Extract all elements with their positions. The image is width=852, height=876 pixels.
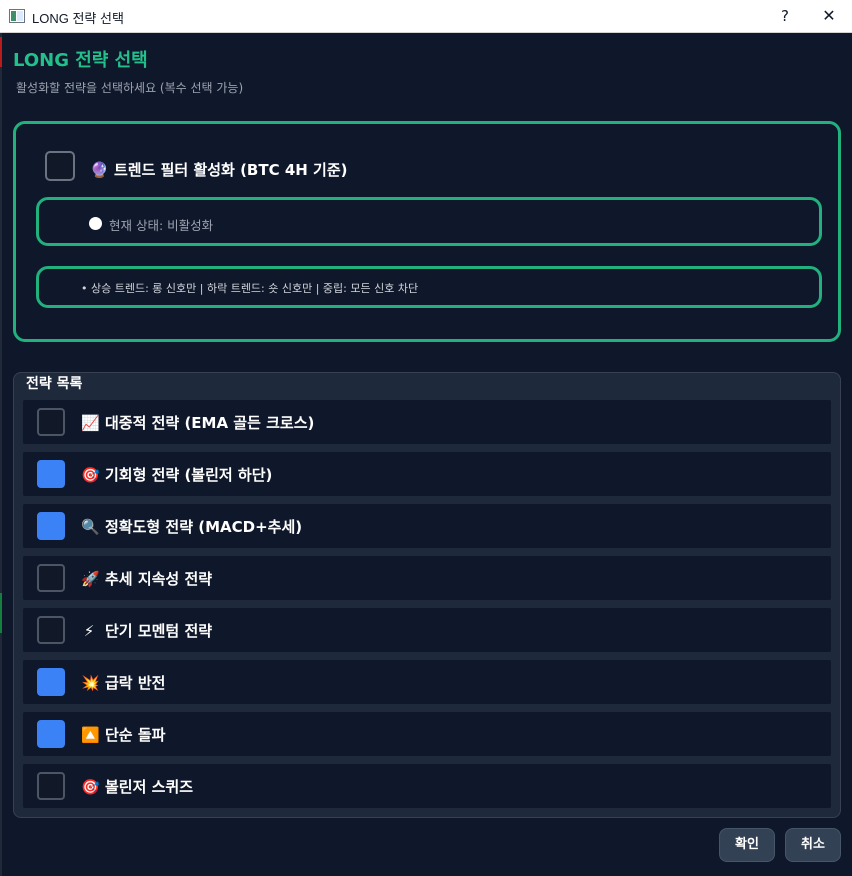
magnifier-icon: 🔍 xyxy=(81,518,100,536)
strategy-row-crash-reversal[interactable]: 💥 급락 반전 xyxy=(23,660,831,704)
strategy-label[interactable]: 🔍 정확도형 전략 (MACD+추세) xyxy=(81,516,302,537)
strategy-row-trend-persistence[interactable]: 🚀 추세 지속성 전략 xyxy=(23,556,831,600)
strategy-label-text: 볼린저 스퀴즈 xyxy=(105,778,194,796)
strategy-label-text: 단순 돌파 xyxy=(105,726,166,744)
strategy-checkbox[interactable] xyxy=(37,616,65,644)
chart-up-icon: 📈 xyxy=(81,414,100,432)
rocket-icon: 🚀 xyxy=(81,570,100,588)
strategy-label-text: 기회형 전략 (볼린저 하단) xyxy=(105,466,273,484)
edge-accent-red xyxy=(0,37,2,67)
strategy-label-text: 추세 지속성 전략 xyxy=(105,570,213,588)
up-triangle-icon: 🔼 xyxy=(81,726,100,744)
trend-status-text: 현재 상태: 비활성화 xyxy=(109,218,214,233)
trend-filter-label[interactable]: 🔮 트렌드 필터 활성화 (BTC 4H 기준) xyxy=(90,159,348,180)
strategy-row-simple-breakout[interactable]: 🔼 단순 돌파 xyxy=(23,712,831,756)
dialog-title: LONG 전략 선택 xyxy=(13,50,148,71)
strategy-checkbox[interactable] xyxy=(37,564,65,592)
close-icon[interactable]: ✕ xyxy=(812,4,846,28)
strategy-label[interactable]: 📈 대중적 전략 (EMA 골든 크로스) xyxy=(81,412,314,433)
strategy-label-text: 정확도형 전략 (MACD+추세) xyxy=(105,518,303,536)
trend-filter-label-text: 트렌드 필터 활성화 (BTC 4H 기준) xyxy=(114,161,348,179)
strategy-label-text: 급락 반전 xyxy=(105,674,166,692)
strategy-label[interactable]: 🎯 볼린저 스퀴즈 xyxy=(81,776,193,797)
ok-button[interactable]: 확인 xyxy=(719,828,775,862)
help-button[interactable]: ? xyxy=(770,4,800,28)
explosion-icon: 💥 xyxy=(81,674,100,692)
edge-accent-green xyxy=(0,593,2,633)
trend-filter-checkbox[interactable] xyxy=(45,151,75,181)
strategy-label[interactable]: ⚡ 단기 모멘텀 전략 xyxy=(81,620,212,641)
trend-status-box: 현재 상태: 비활성화 xyxy=(36,197,822,246)
strategy-checkbox[interactable] xyxy=(37,512,65,540)
target-icon: 🎯 xyxy=(81,466,100,484)
strategy-group: 전략 목록 📈 대중적 전략 (EMA 골든 크로스) 🎯 기회형 전략 (볼린저 … xyxy=(13,372,841,818)
status-dot-icon xyxy=(89,217,102,230)
strategy-label[interactable]: 🔼 단순 돌파 xyxy=(81,724,165,745)
strategy-row-short-momentum[interactable]: ⚡ 단기 모멘텀 전략 xyxy=(23,608,831,652)
window-titlebar: LONG 전략 선택 ? ✕ xyxy=(0,0,852,33)
dialog-subtitle: 활성화할 전략을 선택하세요 (복수 선택 가능) xyxy=(16,81,244,95)
strategy-checkbox[interactable] xyxy=(37,408,65,436)
window-title: LONG 전략 선택 xyxy=(32,11,124,26)
strategy-row-ema-golden-cross[interactable]: 📈 대중적 전략 (EMA 골든 크로스) xyxy=(23,400,831,444)
strategy-row-bollinger-squeeze[interactable]: 🎯 볼린저 스퀴즈 xyxy=(23,764,831,808)
trend-description-box: • 상승 트렌드: 롱 신호만 | 하락 트렌드: 숏 신호만 | 중립: 모든… xyxy=(36,266,822,308)
app-window-icon xyxy=(9,9,25,23)
crystal-ball-icon: 🔮 xyxy=(90,161,109,179)
strategy-label-text: 단기 모멘텀 전략 xyxy=(105,622,213,640)
strategy-row-bollinger-lower[interactable]: 🎯 기회형 전략 (볼린저 하단) xyxy=(23,452,831,496)
strategy-checkbox[interactable] xyxy=(37,668,65,696)
strategy-label[interactable]: 🚀 추세 지속성 전략 xyxy=(81,568,212,589)
strategy-group-title: 전략 목록 xyxy=(24,373,85,393)
trend-filter-panel: 🔮 트렌드 필터 활성화 (BTC 4H 기준) 현재 상태: 비활성화 • 상승… xyxy=(13,121,841,342)
strategy-checkbox[interactable] xyxy=(37,460,65,488)
strategy-row-macd-trend[interactable]: 🔍 정확도형 전략 (MACD+추세) xyxy=(23,504,831,548)
strategy-label[interactable]: 💥 급락 반전 xyxy=(81,672,165,693)
strategy-label[interactable]: 🎯 기회형 전략 (볼린저 하단) xyxy=(81,464,272,485)
trend-description-text: • 상승 트렌드: 롱 신호만 | 하락 트렌드: 숏 신호만 | 중립: 모든… xyxy=(81,282,419,295)
strategy-checkbox[interactable] xyxy=(37,720,65,748)
cancel-button[interactable]: 취소 xyxy=(785,828,841,862)
strategy-checkbox[interactable] xyxy=(37,772,65,800)
lightning-icon: ⚡ xyxy=(83,622,95,640)
strategy-label-text: 대중적 전략 (EMA 골든 크로스) xyxy=(105,414,315,432)
target-icon: 🎯 xyxy=(81,778,100,796)
background-window-edge xyxy=(0,33,2,876)
